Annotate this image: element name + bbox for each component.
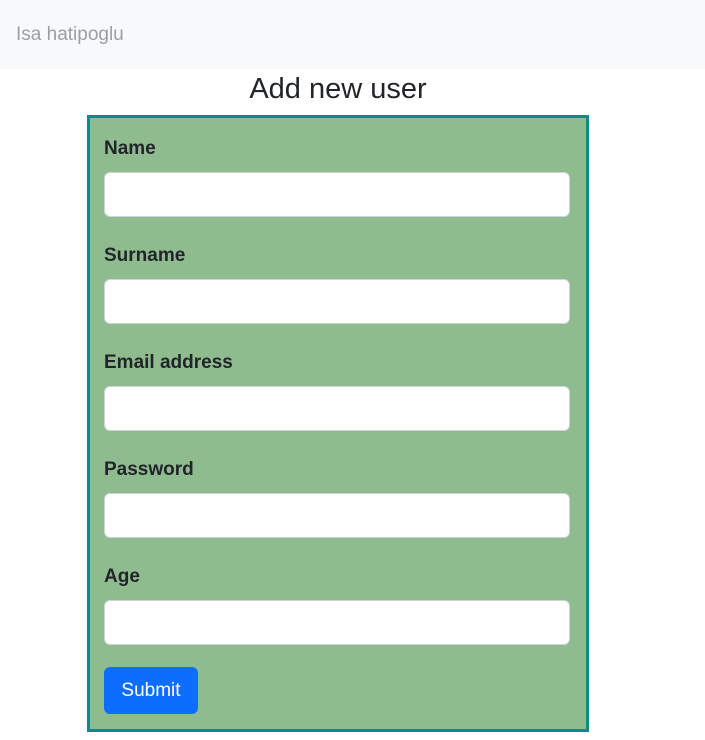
page-title: Add new user: [249, 73, 427, 105]
surname-label: Surname: [104, 245, 186, 266]
add-user-form: Name Surname Email address Password Age …: [87, 115, 589, 732]
email-input[interactable]: [104, 386, 570, 431]
password-label: Password: [104, 459, 194, 480]
submit-button[interactable]: Submit: [104, 667, 198, 714]
password-input[interactable]: [104, 493, 570, 538]
navbar: Isa hatipoglu: [0, 0, 705, 69]
name-input[interactable]: [104, 172, 570, 217]
age-input[interactable]: [104, 600, 570, 645]
name-label: Name: [104, 138, 156, 159]
age-label: Age: [104, 566, 140, 587]
surname-input[interactable]: [104, 279, 570, 324]
navbar-brand[interactable]: Isa hatipoglu: [16, 23, 124, 47]
email-label: Email address: [104, 352, 233, 373]
